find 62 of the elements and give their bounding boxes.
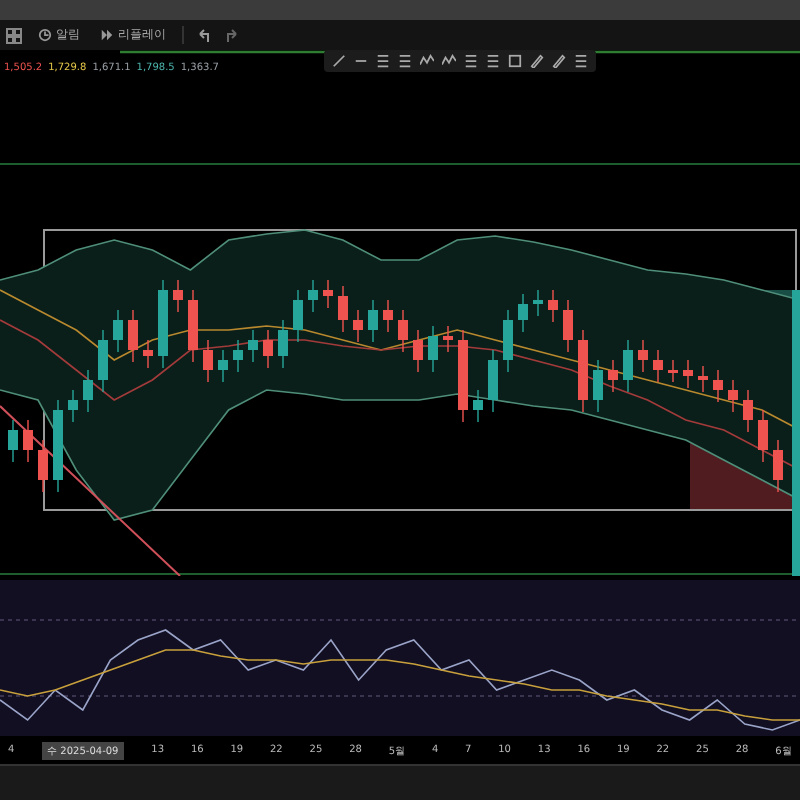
candle xyxy=(653,349,663,383)
candle xyxy=(173,279,183,313)
redo-icon[interactable] xyxy=(224,27,240,43)
candle xyxy=(668,359,678,383)
candle xyxy=(413,329,423,373)
candle xyxy=(428,325,438,373)
candle xyxy=(458,329,468,423)
fast-forward-icon xyxy=(100,28,114,42)
candle xyxy=(728,379,738,413)
brush-icon[interactable] xyxy=(530,54,544,68)
candle xyxy=(83,369,93,413)
rectangle-icon[interactable] xyxy=(508,54,522,68)
candle xyxy=(68,389,78,423)
candle xyxy=(143,339,153,369)
candle xyxy=(23,419,33,463)
candle xyxy=(8,419,18,463)
candle xyxy=(128,309,138,363)
grid-icon[interactable] xyxy=(6,27,22,43)
candle xyxy=(743,389,753,433)
candle xyxy=(248,329,258,363)
candle xyxy=(38,439,48,493)
candle xyxy=(683,359,693,389)
candle xyxy=(278,319,288,369)
candle xyxy=(593,359,603,413)
candle xyxy=(233,339,243,373)
candle xyxy=(368,299,378,343)
candle xyxy=(638,339,648,373)
candle xyxy=(158,279,168,369)
candle xyxy=(443,325,453,353)
candle xyxy=(308,279,318,313)
candle xyxy=(398,309,408,353)
candle xyxy=(203,339,213,383)
candle xyxy=(218,349,228,383)
candle xyxy=(323,279,333,309)
candle xyxy=(698,365,708,393)
pencil-icon[interactable] xyxy=(552,54,566,68)
undo-icon[interactable] xyxy=(196,27,212,43)
candle xyxy=(713,369,723,403)
candle xyxy=(623,339,633,393)
candle xyxy=(98,329,108,393)
candle xyxy=(578,329,588,413)
candle xyxy=(188,289,198,363)
candle xyxy=(113,309,123,353)
candle xyxy=(383,299,393,333)
candle xyxy=(758,409,768,463)
candle xyxy=(563,299,573,353)
horizontal-line-icon[interactable] xyxy=(354,54,368,68)
candle xyxy=(533,289,543,317)
candle xyxy=(548,289,558,323)
trendline-icon[interactable] xyxy=(332,54,346,68)
candle xyxy=(293,289,303,343)
candle xyxy=(518,293,528,333)
candle xyxy=(338,285,348,333)
candle xyxy=(473,389,483,423)
candle xyxy=(503,309,513,373)
clock-icon xyxy=(38,28,52,42)
candle xyxy=(53,399,63,493)
candle xyxy=(263,329,273,369)
candle xyxy=(488,349,498,413)
candle xyxy=(608,359,618,393)
candle xyxy=(353,309,363,343)
candle xyxy=(773,439,783,493)
